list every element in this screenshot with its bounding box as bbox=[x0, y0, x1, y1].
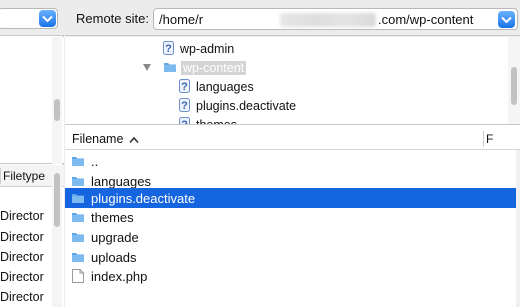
file-row-upgrade[interactable]: upgrade bbox=[65, 227, 516, 247]
tree-item-label: wp-content bbox=[181, 61, 247, 75]
folder-icon bbox=[71, 210, 85, 224]
svg-text:?: ? bbox=[181, 81, 188, 93]
chevron-down-icon[interactable] bbox=[498, 11, 515, 28]
scroll-thumb[interactable] bbox=[511, 67, 517, 105]
folder-icon bbox=[71, 191, 85, 205]
folder-icon bbox=[71, 174, 85, 188]
redacted-region bbox=[280, 13, 376, 27]
remote-list-header: Filename F bbox=[65, 128, 520, 150]
sort-ascending-icon[interactable] bbox=[129, 133, 139, 147]
list-item[interactable]: Director bbox=[0, 268, 52, 287]
tree-item-wp-admin[interactable]: ? wp-admin bbox=[163, 40, 234, 58]
local-file-list: Filetype Director Director Director Dire… bbox=[0, 165, 64, 307]
column-header-filetype[interactable]: Filetype bbox=[3, 169, 45, 183]
folder-icon bbox=[71, 230, 85, 244]
remote-site-label: Remote site: bbox=[76, 11, 149, 26]
local-tree-scrollbar[interactable] bbox=[52, 37, 62, 164]
local-site-select[interactable] bbox=[0, 8, 58, 29]
file-row-plugins-deactivate[interactable]: plugins.deactivate bbox=[65, 188, 516, 208]
expand-triangle-icon[interactable] bbox=[143, 64, 151, 71]
question-icon: ? bbox=[179, 116, 190, 124]
tree-item-label: languages bbox=[196, 80, 254, 94]
question-icon: ? bbox=[179, 78, 190, 96]
file-row-index-php[interactable]: index.php bbox=[65, 266, 516, 286]
file-name: themes bbox=[91, 209, 134, 225]
local-pane: Filetype Director Director Director Dire… bbox=[0, 0, 64, 307]
local-list-scrollbar[interactable] bbox=[52, 165, 62, 307]
file-name: .. bbox=[91, 153, 99, 169]
file-name: uploads bbox=[91, 249, 137, 265]
tree-item-plugins-deactivate[interactable]: ? plugins.deactivate bbox=[179, 97, 296, 115]
file-name: languages bbox=[91, 173, 151, 189]
scroll-thumb[interactable] bbox=[54, 173, 60, 227]
question-icon: ? bbox=[163, 40, 174, 58]
file-icon bbox=[71, 269, 85, 283]
tree-item-label: plugins.deactivate bbox=[196, 99, 297, 113]
file-row-parent[interactable]: .. bbox=[65, 151, 516, 171]
list-item[interactable]: Director bbox=[0, 248, 52, 267]
svg-text:?: ? bbox=[165, 43, 172, 55]
file-name: upgrade bbox=[91, 229, 139, 245]
column-divider[interactable] bbox=[0, 168, 1, 184]
remote-path-input[interactable]: /home/r .com/wp-content bbox=[153, 8, 518, 30]
file-name: plugins.deactivate bbox=[91, 190, 196, 206]
local-site-bar bbox=[0, 0, 64, 36]
file-row-themes[interactable]: themes bbox=[65, 207, 516, 227]
column-header-filename[interactable]: Filename bbox=[72, 132, 123, 146]
file-name: index.php bbox=[91, 268, 148, 284]
column-divider[interactable] bbox=[483, 131, 484, 147]
tree-item-label: wp-admin bbox=[180, 42, 235, 56]
remote-tree-scrollbar[interactable] bbox=[508, 37, 520, 124]
remote-list-scrollbar[interactable] bbox=[516, 150, 520, 307]
tree-item-wp-content[interactable]: wp-content bbox=[163, 59, 247, 77]
tree-item-label: themes bbox=[196, 118, 237, 125]
svg-text:?: ? bbox=[181, 100, 188, 112]
tree-item-themes[interactable]: ? themes bbox=[179, 116, 237, 125]
chevron-down-icon[interactable] bbox=[39, 10, 56, 27]
tree-item-languages[interactable]: ? languages bbox=[179, 78, 254, 96]
folder-icon bbox=[163, 61, 177, 76]
remote-file-list: Filename F .. languages plugins.deactiva… bbox=[65, 125, 520, 307]
remote-tree[interactable]: ? wp-admin wp-content ? languages ? plug… bbox=[65, 37, 520, 125]
file-row-uploads[interactable]: uploads bbox=[65, 247, 516, 267]
scroll-thumb[interactable] bbox=[54, 99, 60, 121]
list-item[interactable]: Director bbox=[0, 288, 52, 307]
remote-path-prefix: /home/r bbox=[159, 12, 204, 27]
list-item[interactable]: Director bbox=[0, 207, 52, 226]
remote-path-suffix: .com/wp-content bbox=[378, 12, 474, 27]
local-tree[interactable] bbox=[0, 37, 64, 164]
list-item[interactable]: Director bbox=[0, 228, 52, 247]
folder-icon bbox=[71, 250, 85, 264]
question-icon: ? bbox=[179, 97, 190, 115]
column-header-filesize[interactable]: F bbox=[486, 132, 493, 146]
remote-site-bar: Remote site: /home/r .com/wp-content bbox=[65, 0, 520, 36]
folder-icon bbox=[71, 154, 85, 168]
